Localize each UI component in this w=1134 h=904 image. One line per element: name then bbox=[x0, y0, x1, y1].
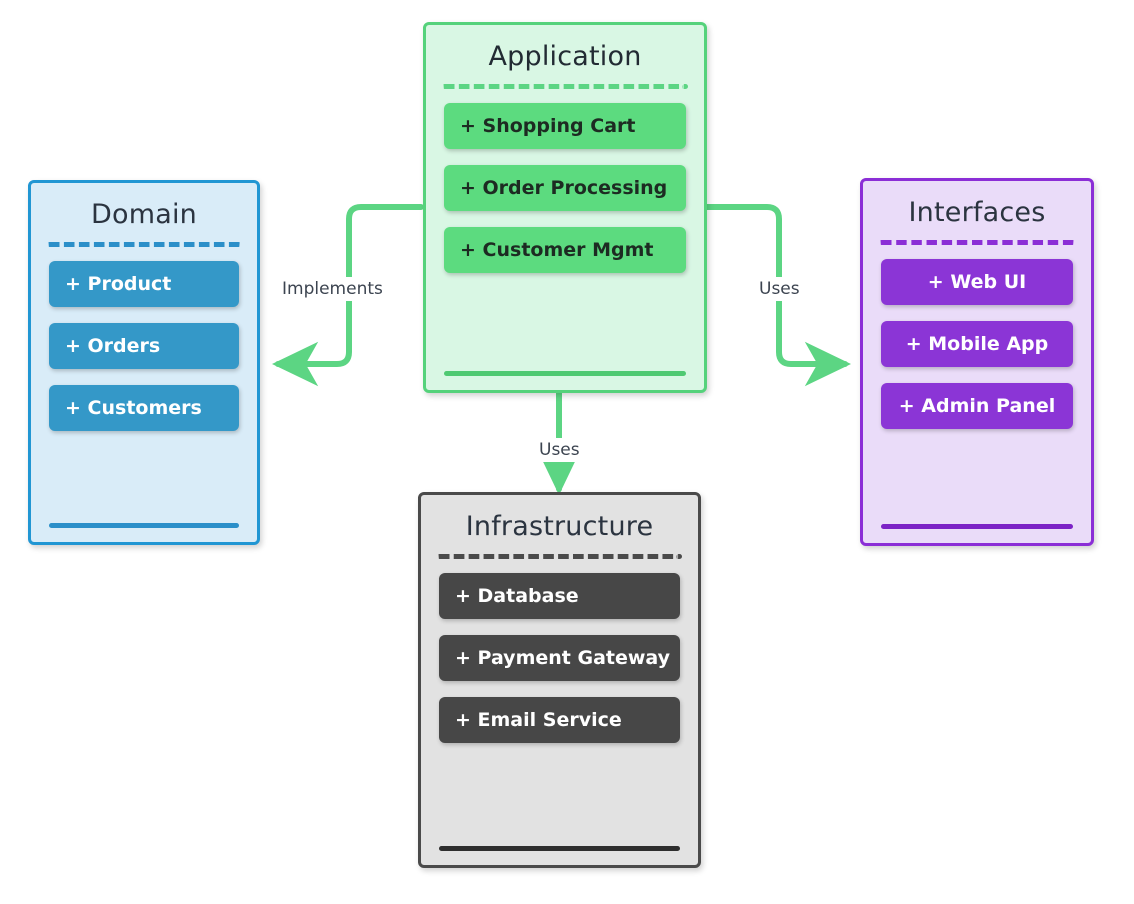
package-item-orders[interactable]: + Orders bbox=[49, 323, 239, 370]
package-domain-spacer bbox=[31, 431, 257, 523]
package-item-mobile-app[interactable]: + Mobile App bbox=[881, 321, 1073, 368]
package-item-order-processing[interactable]: + Order Processing bbox=[444, 165, 686, 212]
diagram-canvas: Implements Uses Uses Domain + Product + … bbox=[0, 0, 1134, 904]
connector-label-uses-interfaces: Uses bbox=[755, 277, 804, 301]
package-application-spacer bbox=[426, 273, 704, 371]
package-infrastructure-title: Infrastructure bbox=[465, 511, 654, 542]
package-application-divider bbox=[442, 84, 688, 90]
package-interfaces-spacer bbox=[863, 429, 1091, 524]
package-application-footer-bar bbox=[444, 371, 686, 376]
package-domain-divider bbox=[47, 242, 241, 248]
connector-label-uses-infrastructure: Uses bbox=[535, 438, 584, 462]
package-item-payment-gateway[interactable]: + Payment Gateway bbox=[439, 635, 680, 682]
connector-label-implements: Implements bbox=[278, 277, 387, 301]
package-item-web-ui[interactable]: + Web UI bbox=[881, 259, 1073, 306]
package-application-items: + Shopping Cart + Order Processing + Cus… bbox=[426, 103, 704, 274]
package-item-shopping-cart[interactable]: + Shopping Cart bbox=[444, 103, 686, 150]
package-infrastructure-footer-bar bbox=[439, 846, 680, 851]
package-domain-title: Domain bbox=[91, 199, 197, 230]
package-interfaces[interactable]: Interfaces + Web UI + Mobile App + Admin… bbox=[860, 178, 1094, 546]
package-interfaces-title: Interfaces bbox=[908, 197, 1046, 228]
package-interfaces-divider bbox=[879, 240, 1075, 246]
package-application-title: Application bbox=[488, 41, 642, 72]
package-item-customers[interactable]: + Customers bbox=[49, 385, 239, 432]
package-domain-footer-bar bbox=[49, 523, 239, 528]
package-infrastructure-divider bbox=[437, 554, 682, 560]
package-item-customer-mgmt[interactable]: + Customer Mgmt bbox=[444, 227, 686, 274]
package-infrastructure[interactable]: Infrastructure + Database + Payment Gate… bbox=[418, 492, 701, 868]
package-infrastructure-items: + Database + Payment Gateway + Email Ser… bbox=[421, 573, 698, 744]
package-interfaces-items: + Web UI + Mobile App + Admin Panel bbox=[863, 259, 1091, 430]
package-item-database[interactable]: + Database bbox=[439, 573, 680, 620]
package-domain-items: + Product + Orders + Customers bbox=[31, 261, 257, 432]
package-item-admin-panel[interactable]: + Admin Panel bbox=[881, 383, 1073, 430]
package-item-email-service[interactable]: + Email Service bbox=[439, 697, 680, 744]
package-interfaces-footer-bar bbox=[881, 524, 1073, 529]
package-infrastructure-spacer bbox=[421, 743, 698, 846]
package-domain[interactable]: Domain + Product + Orders + Customers bbox=[28, 180, 260, 545]
package-application[interactable]: Application + Shopping Cart + Order Proc… bbox=[423, 22, 707, 393]
package-item-product[interactable]: + Product bbox=[49, 261, 239, 308]
